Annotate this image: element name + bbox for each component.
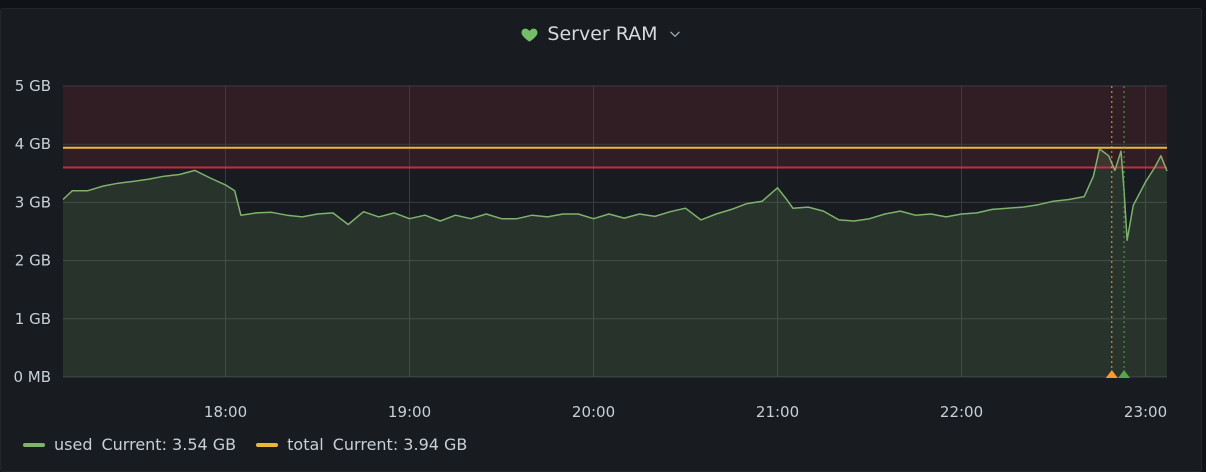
legend-item-used[interactable]: used Current: 3.54 GB	[23, 435, 236, 454]
series-area-used	[63, 148, 1167, 377]
x-tick-label: 19:00	[388, 403, 431, 421]
x-tick-label: 22:00	[940, 403, 983, 421]
y-tick-label: 1 GB	[15, 310, 51, 328]
chart-panel: Server RAM 0 MB 1 GB 2 GB 3 GB 4 GB 5 GB 18:00…	[0, 8, 1202, 472]
threshold-region	[63, 86, 1167, 168]
x-tick-label: 18:00	[204, 403, 247, 421]
legend-swatch-used	[23, 442, 45, 447]
legend-current-value: Current: 3.94 GB	[332, 435, 468, 454]
legend-current-value: Current: 3.54 GB	[101, 435, 237, 454]
chart-legend: used Current: 3.54 GB total Current: 3.9…	[23, 435, 467, 454]
ram-line-chart: 0 MB 1 GB 2 GB 3 GB 4 GB 5 GB 18:00 19:00 20:00 2…	[13, 77, 1168, 421]
legend-swatch-total	[256, 442, 279, 447]
y-tick-label: 0 MB	[13, 368, 51, 386]
legend-series-name: total	[287, 435, 324, 454]
y-tick-label: 5 GB	[15, 77, 51, 95]
legend-series-name: used	[54, 435, 93, 454]
x-tick-label: 20:00	[572, 403, 615, 421]
y-tick-label: 3 GB	[15, 193, 51, 211]
y-tick-label: 2 GB	[15, 252, 51, 270]
legend-item-total[interactable]: total Current: 3.94 GB	[256, 435, 467, 454]
x-tick-label: 23:00	[1124, 403, 1167, 421]
y-tick-label: 4 GB	[15, 135, 51, 153]
x-tick-label: 21:00	[756, 403, 799, 421]
